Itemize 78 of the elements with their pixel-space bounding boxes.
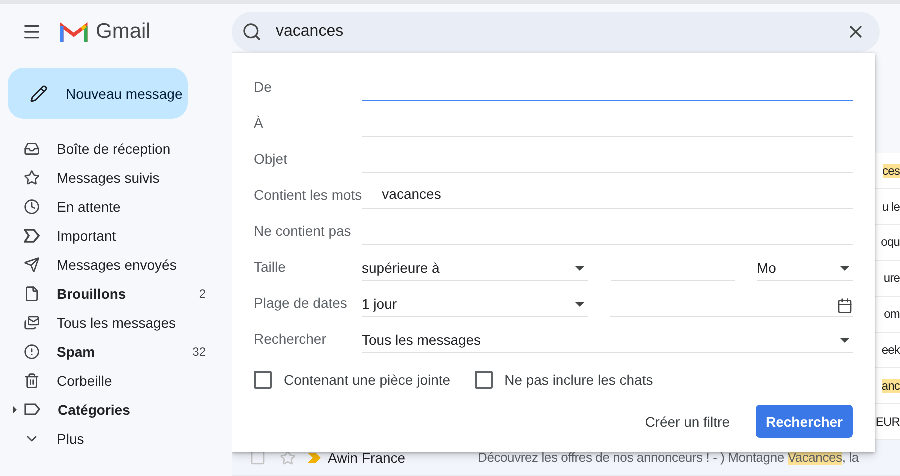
email-snippet: ure bbox=[884, 271, 900, 286]
sidebar-item-label: Messages suivis bbox=[57, 170, 161, 186]
unit-dropdown[interactable]: Mo bbox=[757, 260, 853, 281]
clock-icon bbox=[24, 198, 40, 214]
search-icon[interactable] bbox=[242, 22, 262, 42]
date-field[interactable] bbox=[610, 298, 853, 317]
compose-button[interactable]: Nouveau message bbox=[8, 68, 188, 119]
sidebar-item[interactable]: En attente bbox=[0, 192, 232, 221]
operator-dropdown[interactable]: supérieure à bbox=[362, 260, 588, 281]
scope-dropdown[interactable]: Tous les messages bbox=[362, 332, 853, 353]
search-field[interactable]: vacances bbox=[274, 22, 834, 42]
field-label: Plage de dates bbox=[254, 295, 348, 313]
sidebar-item[interactable]: Messages suivis bbox=[0, 163, 232, 192]
dropdown-caret-icon bbox=[575, 302, 585, 306]
create-filter-button[interactable]: Créer un filtre bbox=[637, 406, 738, 438]
star-icon bbox=[24, 170, 40, 186]
sidebar-item-label: Tous les messages bbox=[57, 314, 178, 330]
sidebar-item-label: Boîte de réception bbox=[57, 140, 172, 156]
send-icon bbox=[24, 256, 40, 272]
app-logo-text: Gmail bbox=[96, 20, 151, 44]
pencil-icon bbox=[30, 84, 48, 102]
field-label: De bbox=[254, 79, 273, 97]
checkbox[interactable] bbox=[254, 371, 272, 389]
email-snippet: EUR bbox=[876, 414, 900, 429]
sidebar-item-label: Catégories bbox=[58, 402, 132, 418]
sidebar-item-label: Corbeille bbox=[57, 372, 114, 388]
trash-icon bbox=[24, 372, 40, 388]
checkbox-option[interactable]: Ne pas inclure les chats bbox=[474, 371, 654, 389]
sidebar-item-label: En attente bbox=[57, 198, 122, 214]
label-icon bbox=[24, 403, 41, 416]
email-snippet: ces bbox=[882, 164, 900, 178]
sidebar-item[interactable]: Corbeille bbox=[0, 366, 232, 395]
field-label: À bbox=[254, 115, 264, 133]
unread-count: 32 bbox=[192, 344, 206, 358]
sidebar-item-label: Plus bbox=[57, 430, 86, 446]
email-sender: Awin France bbox=[328, 450, 407, 466]
field-label: Contient les mots bbox=[254, 187, 362, 205]
dropdown-caret-icon bbox=[575, 266, 585, 270]
date-range-dropdown[interactable]: 1 jour bbox=[362, 296, 588, 317]
dropdown-caret-icon bbox=[840, 338, 850, 342]
document-icon bbox=[24, 286, 40, 302]
sidebar-item[interactable]: Spam 32 bbox=[0, 337, 232, 366]
star-icon[interactable] bbox=[280, 450, 296, 466]
sidebar-item-label: Important bbox=[57, 228, 118, 244]
field-label: Rechercher bbox=[254, 331, 328, 349]
sidebar-item[interactable]: Brouillons 2 bbox=[0, 279, 232, 308]
search-bar[interactable]: vacances bbox=[232, 12, 880, 52]
alert-icon bbox=[24, 344, 40, 360]
field-label: Ne contient pas bbox=[254, 223, 352, 241]
email-snippet: om bbox=[884, 307, 900, 322]
dropdown-caret-icon bbox=[840, 266, 850, 270]
sidebar-item-label: Brouillons bbox=[57, 286, 128, 302]
mail-stack-icon bbox=[24, 314, 40, 330]
field-label: Objet bbox=[254, 151, 288, 169]
important-icon bbox=[24, 228, 40, 242]
sidebar-item[interactable]: Plus bbox=[0, 424, 232, 453]
sidebar-item[interactable]: Important bbox=[0, 221, 232, 250]
unread-count: 2 bbox=[199, 286, 206, 300]
calendar-icon[interactable] bbox=[837, 298, 853, 314]
sidebar-item-label: Spam bbox=[57, 344, 96, 360]
checkbox[interactable] bbox=[474, 371, 493, 389]
caret-icon[interactable] bbox=[12, 406, 18, 414]
sidebar-item[interactable]: Tous les messages bbox=[0, 308, 232, 337]
checkbox-option[interactable]: Contenant une pièce jointe bbox=[254, 371, 451, 389]
email-snippet: u le bbox=[882, 200, 900, 214]
sidebar-item[interactable]: Messages envoyés bbox=[0, 250, 232, 279]
envelope-logo-icon bbox=[60, 22, 88, 42]
text-field[interactable]: vacances bbox=[362, 186, 853, 209]
sidebar-item-label: Messages envoyés bbox=[57, 256, 178, 272]
email-snippet: eek bbox=[882, 343, 900, 358]
sidebar-item[interactable]: Boîte de réception bbox=[0, 134, 232, 163]
checkbox-icon[interactable] bbox=[250, 450, 266, 466]
search-button[interactable]: Rechercher bbox=[756, 405, 853, 438]
sidebar-item[interactable]: Catégories bbox=[0, 395, 232, 424]
inbox-icon bbox=[24, 140, 40, 156]
email-snippet: anc bbox=[882, 378, 900, 393]
field-label: Taille bbox=[254, 259, 287, 277]
email-snippet: oqu bbox=[881, 235, 900, 250]
